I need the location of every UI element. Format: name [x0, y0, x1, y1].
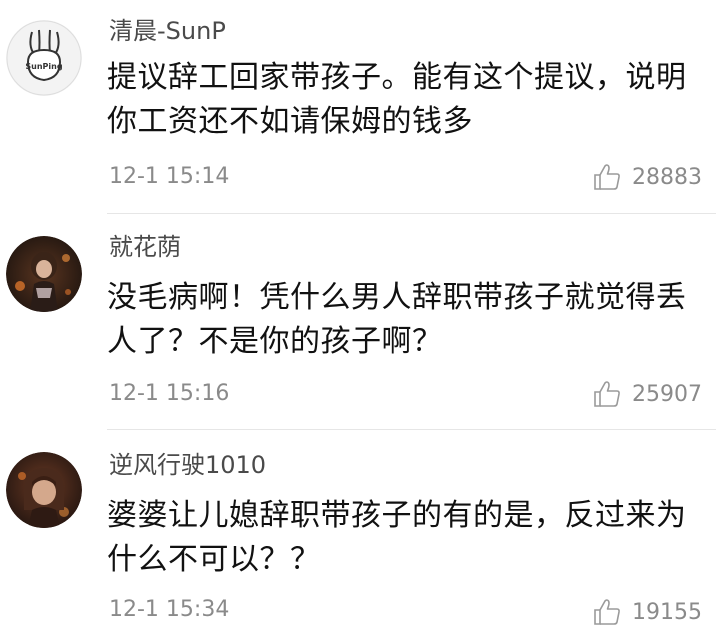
comment-text: 没毛病啊！凭什么男人辞职带孩子就觉得丢 人了？不是你的孩子啊？	[107, 276, 697, 364]
comment-text-line: 人了？不是你的孩子啊？	[107, 324, 443, 359]
like-count: 25907	[632, 381, 702, 407]
like-count: 19155	[632, 599, 702, 625]
comment-text: 婆婆让儿媳辞职带孩子的有的是，反过来为 什么不可以？？	[107, 494, 697, 582]
comment-text-line: 没毛病啊！凭什么男人辞职带孩子就觉得丢	[107, 280, 687, 315]
thumbs-up-icon	[594, 599, 620, 625]
user-avatar-icon	[6, 236, 82, 312]
comment-item: 逆风行驶1010 婆婆让儿媳辞职带孩子的有的是，反过来为 什么不可以？？ 12-…	[0, 430, 716, 634]
comment-text: 提议辞工回家带孩子。能有这个提议，说明 你工资还不如请保姆的钱多	[107, 56, 697, 144]
like-count: 28883	[632, 164, 702, 190]
comment-text-line: 婆婆让儿媳辞职带孩子的有的是，反过来为	[107, 498, 687, 533]
thumbs-up-icon	[594, 164, 620, 190]
bunny-avatar-icon: SunPing	[6, 20, 82, 96]
user-avatar-icon	[6, 452, 82, 528]
avatar-text: SunPing	[25, 62, 62, 71]
timestamp: 12-1 15:16	[109, 381, 230, 406]
avatar[interactable]	[6, 452, 82, 528]
avatar[interactable]: SunPing	[6, 20, 82, 96]
username[interactable]: 逆风行驶1010	[109, 450, 266, 480]
avatar[interactable]	[6, 236, 82, 312]
comment-item: 就花荫 没毛病啊！凭什么男人辞职带孩子就觉得丢 人了？不是你的孩子啊？ 12-1…	[0, 214, 716, 430]
comment-item: SunPing 清晨-SunP 提议辞工回家带孩子。能有这个提议，说明 你工资还…	[0, 0, 716, 214]
like-button[interactable]: 25907	[592, 378, 702, 410]
username[interactable]: 清晨-SunP	[109, 16, 226, 46]
comment-text-line: 你工资还不如请保姆的钱多	[107, 104, 473, 139]
comment-text-line: 什么不可以？？	[107, 542, 321, 577]
like-button[interactable]: 19155	[592, 596, 702, 628]
like-button[interactable]: 28883	[592, 161, 702, 193]
comment-text-line: 提议辞工回家带孩子。能有这个提议，说明	[107, 60, 687, 95]
timestamp: 12-1 15:34	[109, 597, 230, 622]
thumbs-up-icon	[594, 381, 620, 407]
timestamp: 12-1 15:14	[109, 164, 230, 189]
comment-list: SunPing 清晨-SunP 提议辞工回家带孩子。能有这个提议，说明 你工资还…	[0, 0, 716, 634]
username[interactable]: 就花荫	[109, 232, 181, 262]
